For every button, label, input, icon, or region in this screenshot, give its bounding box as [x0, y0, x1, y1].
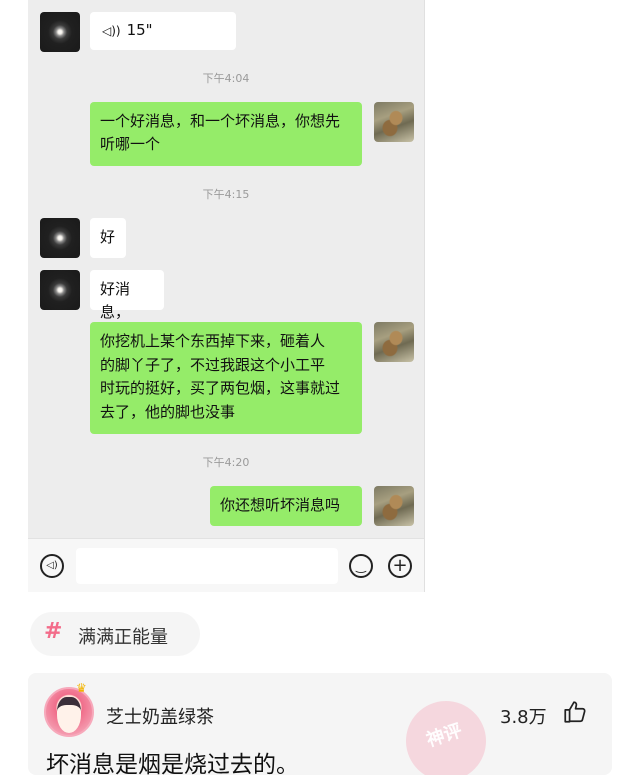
- voice-toggle-icon[interactable]: ◁): [40, 554, 64, 578]
- topic-label: 满满正能量: [78, 627, 168, 648]
- message-text: 好消息，: [100, 280, 131, 321]
- timestamp: 下午4:20: [202, 456, 250, 469]
- chat-input-bar: ◁) ‿ +: [28, 538, 424, 592]
- avatar[interactable]: [374, 102, 414, 142]
- crown-icon: ♛: [76, 681, 87, 695]
- message-bubble[interactable]: 好消息，: [90, 270, 164, 321]
- message-text: 好: [100, 228, 116, 246]
- chat-screenshot: ◁)) 15" 下午4:04 一个好消息，和一个坏消息，你想先 听哪一个 下午4:…: [28, 0, 425, 592]
- badge-stamp: 神评: [395, 690, 497, 775]
- topic-tag[interactable]: # 满满正能量: [30, 612, 200, 656]
- voice-wave-icon: ◁)): [102, 24, 121, 38]
- avatar-face: [57, 697, 81, 733]
- top-comment: 神评 ♛ 芝士奶盖绿茶 3.8万 坏消息是烟是烧过去的。: [28, 673, 612, 775]
- voice-duration: 15": [126, 21, 153, 39]
- message-line: 的脚丫子了，不过我跟这个小工平: [100, 355, 326, 374]
- timestamp: 下午4:15: [202, 188, 250, 201]
- message-line: 你挖机上某个东西掉下来，砸着人: [100, 332, 326, 350]
- message-bubble[interactable]: 你挖机上某个东西掉下来，砸着人 的脚丫子了，不过我跟这个小工平 时玩的挺好，买了…: [90, 322, 362, 434]
- message-bubble[interactable]: 一个好消息，和一个坏消息，你想先 听哪一个: [90, 102, 362, 166]
- commenter-avatar[interactable]: ♛: [44, 681, 94, 737]
- comment-text: 坏消息是烟是烧过去的。: [46, 752, 299, 775]
- message-bubble[interactable]: 你还想听坏消息吗: [210, 486, 362, 526]
- plus-icon[interactable]: +: [388, 554, 412, 578]
- like-count: 3.8万: [500, 707, 547, 728]
- commenter-name[interactable]: 芝士奶盖绿茶: [106, 703, 214, 729]
- hashtag-icon: #: [44, 619, 63, 644]
- message-line: 时玩的挺好，买了两包烟，这事就过: [100, 379, 341, 397]
- avatar[interactable]: [374, 486, 414, 526]
- voice-message-bubble[interactable]: ◁)) 15": [90, 12, 236, 50]
- thumbs-up-icon[interactable]: [562, 699, 588, 725]
- avatar[interactable]: [40, 270, 80, 310]
- avatar[interactable]: [374, 322, 414, 362]
- timestamp: 下午4:04: [202, 72, 250, 85]
- avatar[interactable]: [40, 218, 80, 258]
- message-line: 一个好消息，和一个坏消息，你想先: [100, 112, 341, 130]
- avatar[interactable]: [40, 12, 80, 52]
- message-input[interactable]: [76, 548, 338, 584]
- message-line: 去了，他的脚也没事: [100, 402, 236, 421]
- emoji-icon[interactable]: ‿: [349, 554, 373, 578]
- message-text: 你还想听坏消息吗: [220, 496, 341, 514]
- message-bubble[interactable]: 好: [90, 218, 126, 258]
- message-line: 听哪一个: [100, 135, 161, 153]
